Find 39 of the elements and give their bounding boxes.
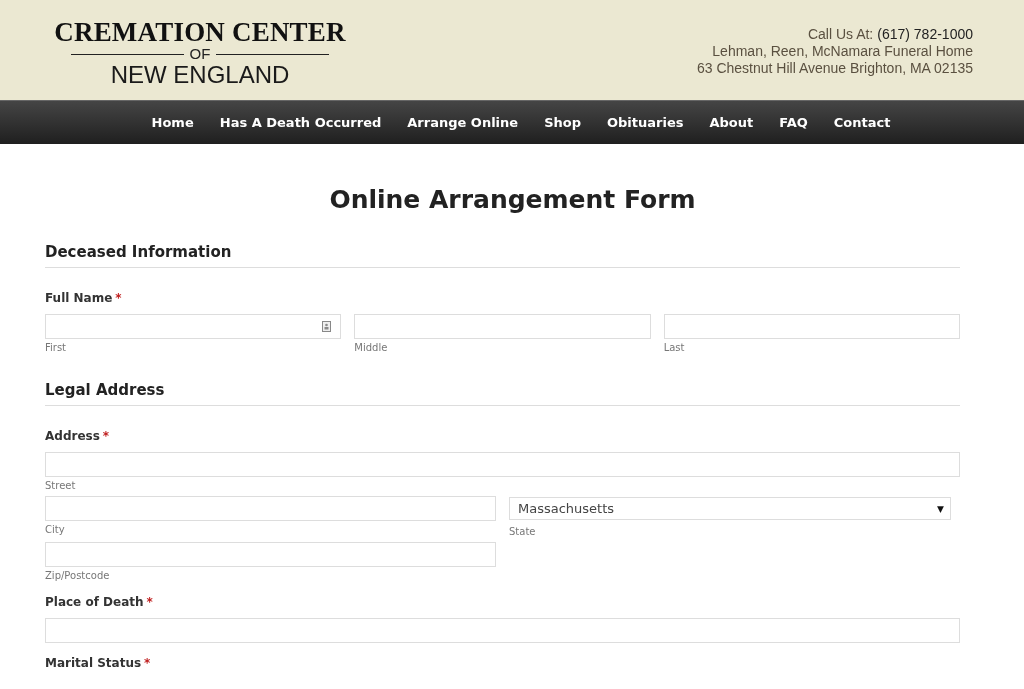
field-sublabel: Zip/Postcode bbox=[45, 569, 111, 582]
form-title: Online Arrangement Form bbox=[328, 184, 697, 216]
input-field[interactable] bbox=[354, 314, 651, 339]
field-sublabel: First bbox=[45, 341, 68, 354]
section-heading: Legal Address bbox=[45, 381, 165, 399]
input-field[interactable] bbox=[45, 618, 960, 643]
nav-link[interactable]: Shop bbox=[531, 115, 594, 130]
field-sublabel: State bbox=[509, 525, 537, 538]
field-label: Address * bbox=[45, 428, 111, 444]
nav-link[interactable]: About bbox=[696, 115, 767, 130]
nav-link[interactable]: FAQ bbox=[766, 115, 821, 130]
nav-link[interactable]: Arrange Online bbox=[394, 115, 532, 130]
call-label: Call Us At: bbox=[807, 26, 874, 43]
nav-link[interactable]: Obituaries bbox=[594, 115, 697, 130]
logo-subtitle: OF bbox=[189, 46, 211, 62]
nav-link[interactable]: Has A Death Occurred bbox=[206, 115, 395, 130]
state-dropdown[interactable]: Massachusetts ▼ bbox=[509, 497, 951, 520]
input-field[interactable] bbox=[45, 314, 342, 339]
nav-link[interactable]: Home bbox=[138, 115, 207, 130]
input-field[interactable] bbox=[45, 452, 960, 477]
address-text: 63 Chestnut Hill Avenue Brighton, MA 02135 bbox=[696, 60, 973, 77]
field-label: Full Name * bbox=[45, 290, 123, 306]
contact-card-icon[interactable] bbox=[322, 321, 332, 332]
input-field[interactable] bbox=[45, 496, 496, 521]
section-heading: Deceased Information bbox=[45, 243, 232, 261]
field-label: Place of Death * bbox=[45, 594, 154, 610]
logo-title: CREMATION CENTER bbox=[54, 18, 346, 46]
field-sublabel: Last bbox=[663, 341, 686, 354]
field-sublabel: City bbox=[45, 523, 66, 536]
input-field[interactable] bbox=[663, 314, 960, 339]
nav-link[interactable]: Contact bbox=[820, 115, 904, 130]
site-logo[interactable]: CREMATION CENTER OF NEW ENGLAND bbox=[45, 18, 355, 88]
field-sublabel: Street bbox=[45, 479, 77, 492]
field-label: Marital Status * bbox=[45, 655, 152, 671]
phone-link[interactable]: (617) 782-1000 bbox=[877, 26, 973, 43]
input-field[interactable] bbox=[45, 542, 496, 567]
logo-region: NEW ENGLAND bbox=[110, 62, 290, 88]
field-sublabel: Middle bbox=[354, 341, 389, 354]
address-text: Lehman, Reen, McNamara Funeral Home bbox=[712, 43, 973, 60]
